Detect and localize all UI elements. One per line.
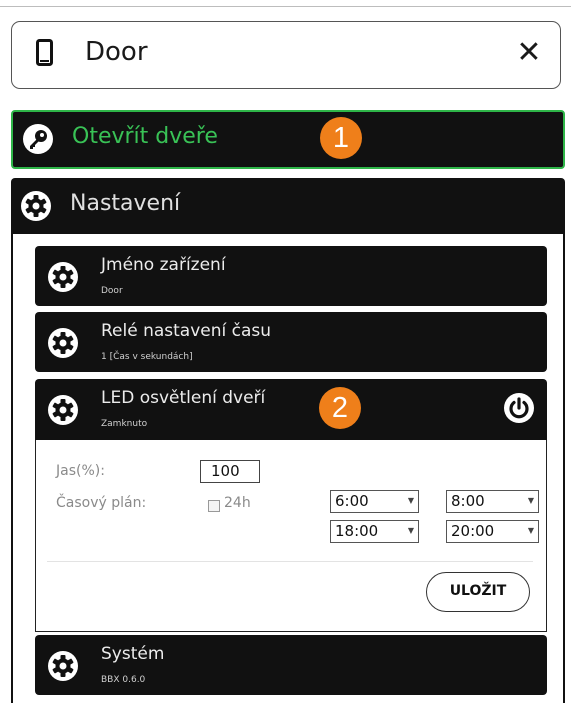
brightness-label: Jas(%): [56,463,105,479]
chevron-down-icon: ▼ [527,496,534,505]
form-divider [47,561,533,562]
save-button[interactable]: ULOŽIT [426,572,530,612]
chevron-down-icon: ▼ [407,526,414,535]
select-value: 6:00 [335,492,369,510]
schedule-from-second-select[interactable]: 18:00 ▼ [330,520,419,543]
close-button[interactable]: ✕ [514,35,544,71]
select-value: 18:00 [335,522,379,540]
setting-item-subtitle: Zamknuto [101,419,148,429]
settings-label: Nastavení [70,191,181,216]
close-icon: ✕ [516,35,542,70]
callout-badge-1: 1 [320,117,362,159]
setting-item-relay-time[interactable]: Relé nastavení času 1 [Čas v sekundách] [35,312,547,372]
led-settings-form: Jas(%): 100 Časový plán: 24h 6:00 ▼ 8:00… [35,440,547,632]
open-door-button[interactable]: Otevřít dveře 1 [11,110,565,169]
dialog-title: Door [85,37,148,67]
settings-header[interactable]: Nastavení [11,178,565,234]
select-value: 8:00 [451,492,485,510]
setting-item-subtitle: Door [101,286,123,296]
24h-checkbox-label: 24h [224,495,251,511]
key-icon [23,124,53,154]
gear-icon [48,328,78,358]
dialog-header: Door ✕ [11,21,561,89]
top-divider [0,6,571,7]
schedule-to-first-select[interactable]: 8:00 ▼ [446,490,539,513]
setting-item-system[interactable]: Systém BBX 0.6.0 [35,635,547,695]
setting-item-subtitle: 1 [Čas v sekundách] [101,352,193,362]
chevron-down-icon: ▼ [407,496,414,505]
open-door-label: Otevřít dveře [72,124,218,149]
gear-icon [21,191,51,221]
setting-item-title: Systém [101,644,165,664]
schedule-label: Časový plán: [56,495,147,511]
setting-item-device-name[interactable]: Jméno zařízení Door [35,246,547,306]
schedule-to-second-select[interactable]: 20:00 ▼ [446,520,539,543]
select-value: 20:00 [451,522,495,540]
setting-item-title: Jméno zařízení [101,255,226,275]
power-icon[interactable] [503,392,535,424]
brightness-input[interactable]: 100 [200,460,260,483]
phone-icon [36,39,53,66]
schedule-from-first-select[interactable]: 6:00 ▼ [330,490,419,513]
setting-item-title: LED osvětlení dveří [101,388,266,408]
gear-icon [48,395,78,425]
setting-item-door-led[interactable]: LED osvětlení dveří Zamknuto 2 [35,379,547,440]
24h-checkbox[interactable] [208,500,220,512]
setting-item-title: Relé nastavení času [101,321,272,341]
gear-icon [48,262,78,292]
gear-icon [48,651,78,681]
callout-badge-2: 2 [319,387,361,429]
chevron-down-icon: ▼ [527,526,534,535]
setting-item-subtitle: BBX 0.6.0 [101,675,146,685]
